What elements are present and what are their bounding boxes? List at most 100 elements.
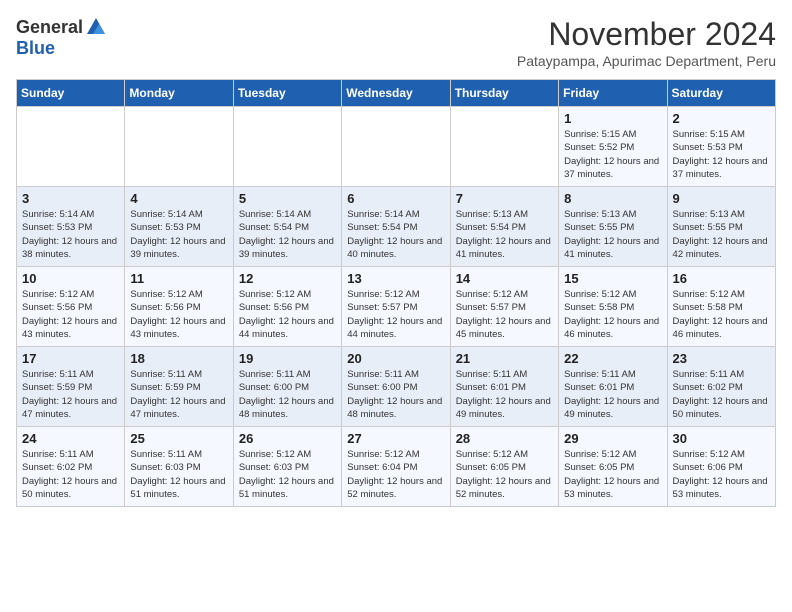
day-info: Sunrise: 5:14 AM Sunset: 5:54 PM Dayligh… [239,208,336,261]
calendar-cell: 8 Sunrise: 5:13 AM Sunset: 5:55 PM Daylig… [559,187,667,267]
location-subtitle: Pataypampa, Apurimac Department, Peru [517,53,776,69]
day-number: 10 [22,271,119,286]
calendar-cell [450,107,558,187]
day-info: Sunrise: 5:13 AM Sunset: 5:55 PM Dayligh… [564,208,661,261]
day-number: 18 [130,351,227,366]
day-number: 22 [564,351,661,366]
header-thursday: Thursday [450,80,558,107]
day-number: 9 [673,191,770,206]
calendar-cell: 11 Sunrise: 5:12 AM Sunset: 5:56 PM Dayli… [125,267,233,347]
calendar-cell: 19 Sunrise: 5:11 AM Sunset: 6:00 PM Dayli… [233,347,341,427]
day-number: 21 [456,351,553,366]
day-number: 4 [130,191,227,206]
calendar-cell: 24 Sunrise: 5:11 AM Sunset: 6:02 PM Dayli… [17,427,125,507]
logo-general: General [16,17,83,38]
header-tuesday: Tuesday [233,80,341,107]
calendar-cell: 15 Sunrise: 5:12 AM Sunset: 5:58 PM Dayli… [559,267,667,347]
calendar-cell: 22Sunrise: 5:11 AM Sunset: 6:01 PM Dayli… [559,347,667,427]
month-title: November 2024 [517,16,776,53]
logo-blue: Blue [16,38,55,58]
day-number: 11 [130,271,227,286]
day-number: 2 [673,111,770,126]
header-sunday: Sunday [17,80,125,107]
header-wednesday: Wednesday [342,80,450,107]
day-info: Sunrise: 5:14 AM Sunset: 5:53 PM Dayligh… [22,208,119,261]
day-info: Sunrise: 5:13 AM Sunset: 5:54 PM Dayligh… [456,208,553,261]
day-number: 17 [22,351,119,366]
calendar-week-4: 17 Sunrise: 5:11 AM Sunset: 5:59 PM Dayli… [17,347,776,427]
calendar-cell: 3 Sunrise: 5:14 AM Sunset: 5:53 PM Daylig… [17,187,125,267]
calendar-header-row: SundayMondayTuesdayWednesdayThursdayFrid… [17,80,776,107]
day-info: Sunrise: 5:15 AM Sunset: 5:53 PM Dayligh… [673,128,770,181]
day-number: 7 [456,191,553,206]
day-number: 23 [673,351,770,366]
calendar-cell: 25 Sunrise: 5:11 AM Sunset: 6:03 PM Dayli… [125,427,233,507]
calendar-week-2: 3 Sunrise: 5:14 AM Sunset: 5:53 PM Daylig… [17,187,776,267]
calendar-cell: 23Sunrise: 5:11 AM Sunset: 6:02 PM Dayli… [667,347,775,427]
logo: General Blue [16,16,107,59]
day-info: Sunrise: 5:12 AM Sunset: 5:56 PM Dayligh… [130,288,227,341]
calendar-cell: 7 Sunrise: 5:13 AM Sunset: 5:54 PM Daylig… [450,187,558,267]
calendar-cell: 18 Sunrise: 5:11 AM Sunset: 5:59 PM Dayli… [125,347,233,427]
calendar-cell: 28 Sunrise: 5:12 AM Sunset: 6:05 PM Dayli… [450,427,558,507]
calendar-cell: 10 Sunrise: 5:12 AM Sunset: 5:56 PM Dayli… [17,267,125,347]
calendar-cell [17,107,125,187]
day-number: 3 [22,191,119,206]
day-number: 19 [239,351,336,366]
calendar-cell: 20 Sunrise: 5:11 AM Sunset: 6:00 PM Dayli… [342,347,450,427]
calendar-cell: 16 Sunrise: 5:12 AM Sunset: 5:58 PM Dayli… [667,267,775,347]
day-number: 6 [347,191,444,206]
day-info: Sunrise: 5:14 AM Sunset: 5:53 PM Dayligh… [130,208,227,261]
day-info: Sunrise: 5:12 AM Sunset: 5:58 PM Dayligh… [673,288,770,341]
day-number: 8 [564,191,661,206]
day-info: Sunrise: 5:11 AM Sunset: 6:00 PM Dayligh… [239,368,336,421]
day-info: Sunrise: 5:12 AM Sunset: 6:06 PM Dayligh… [673,448,770,501]
day-number: 24 [22,431,119,446]
calendar-cell: 27Sunrise: 5:12 AM Sunset: 6:04 PM Dayli… [342,427,450,507]
day-info: Sunrise: 5:12 AM Sunset: 6:05 PM Dayligh… [564,448,661,501]
day-info: Sunrise: 5:11 AM Sunset: 6:01 PM Dayligh… [456,368,553,421]
day-number: 25 [130,431,227,446]
day-number: 26 [239,431,336,446]
day-info: Sunrise: 5:12 AM Sunset: 5:56 PM Dayligh… [22,288,119,341]
day-info: Sunrise: 5:11 AM Sunset: 5:59 PM Dayligh… [22,368,119,421]
calendar-cell: 26 Sunrise: 5:12 AM Sunset: 6:03 PM Dayli… [233,427,341,507]
calendar-cell: 2 Sunrise: 5:15 AM Sunset: 5:53 PM Daylig… [667,107,775,187]
calendar-cell: 5Sunrise: 5:14 AM Sunset: 5:54 PM Daylig… [233,187,341,267]
day-number: 29 [564,431,661,446]
calendar-cell: 12Sunrise: 5:12 AM Sunset: 5:56 PM Dayli… [233,267,341,347]
day-info: Sunrise: 5:11 AM Sunset: 5:59 PM Dayligh… [130,368,227,421]
day-info: Sunrise: 5:12 AM Sunset: 5:56 PM Dayligh… [239,288,336,341]
calendar-cell: 29 Sunrise: 5:12 AM Sunset: 6:05 PM Dayli… [559,427,667,507]
calendar-cell: 17 Sunrise: 5:11 AM Sunset: 5:59 PM Dayli… [17,347,125,427]
header-saturday: Saturday [667,80,775,107]
calendar-cell: 4 Sunrise: 5:14 AM Sunset: 5:53 PM Daylig… [125,187,233,267]
day-info: Sunrise: 5:11 AM Sunset: 6:00 PM Dayligh… [347,368,444,421]
day-info: Sunrise: 5:12 AM Sunset: 6:03 PM Dayligh… [239,448,336,501]
calendar-cell: 21 Sunrise: 5:11 AM Sunset: 6:01 PM Dayli… [450,347,558,427]
day-number: 16 [673,271,770,286]
day-number: 13 [347,271,444,286]
calendar-cell: 13 Sunrise: 5:12 AM Sunset: 5:57 PM Dayli… [342,267,450,347]
header-monday: Monday [125,80,233,107]
page-header: General Blue November 2024 Pataypampa, A… [16,16,776,69]
calendar-cell: 14Sunrise: 5:12 AM Sunset: 5:57 PM Dayli… [450,267,558,347]
day-info: Sunrise: 5:11 AM Sunset: 6:02 PM Dayligh… [22,448,119,501]
calendar-week-1: 1Sunrise: 5:15 AM Sunset: 5:52 PM Daylig… [17,107,776,187]
logo-icon [85,16,107,38]
day-info: Sunrise: 5:12 AM Sunset: 5:57 PM Dayligh… [456,288,553,341]
day-number: 20 [347,351,444,366]
calendar-week-3: 10 Sunrise: 5:12 AM Sunset: 5:56 PM Dayli… [17,267,776,347]
day-info: Sunrise: 5:11 AM Sunset: 6:03 PM Dayligh… [130,448,227,501]
calendar-cell [342,107,450,187]
day-info: Sunrise: 5:12 AM Sunset: 6:05 PM Dayligh… [456,448,553,501]
day-info: Sunrise: 5:14 AM Sunset: 5:54 PM Dayligh… [347,208,444,261]
day-number: 28 [456,431,553,446]
day-number: 15 [564,271,661,286]
calendar-week-5: 24 Sunrise: 5:11 AM Sunset: 6:02 PM Dayli… [17,427,776,507]
calendar-table: SundayMondayTuesdayWednesdayThursdayFrid… [16,79,776,507]
day-info: Sunrise: 5:15 AM Sunset: 5:52 PM Dayligh… [564,128,661,181]
day-number: 30 [673,431,770,446]
day-info: Sunrise: 5:12 AM Sunset: 5:58 PM Dayligh… [564,288,661,341]
day-info: Sunrise: 5:12 AM Sunset: 5:57 PM Dayligh… [347,288,444,341]
